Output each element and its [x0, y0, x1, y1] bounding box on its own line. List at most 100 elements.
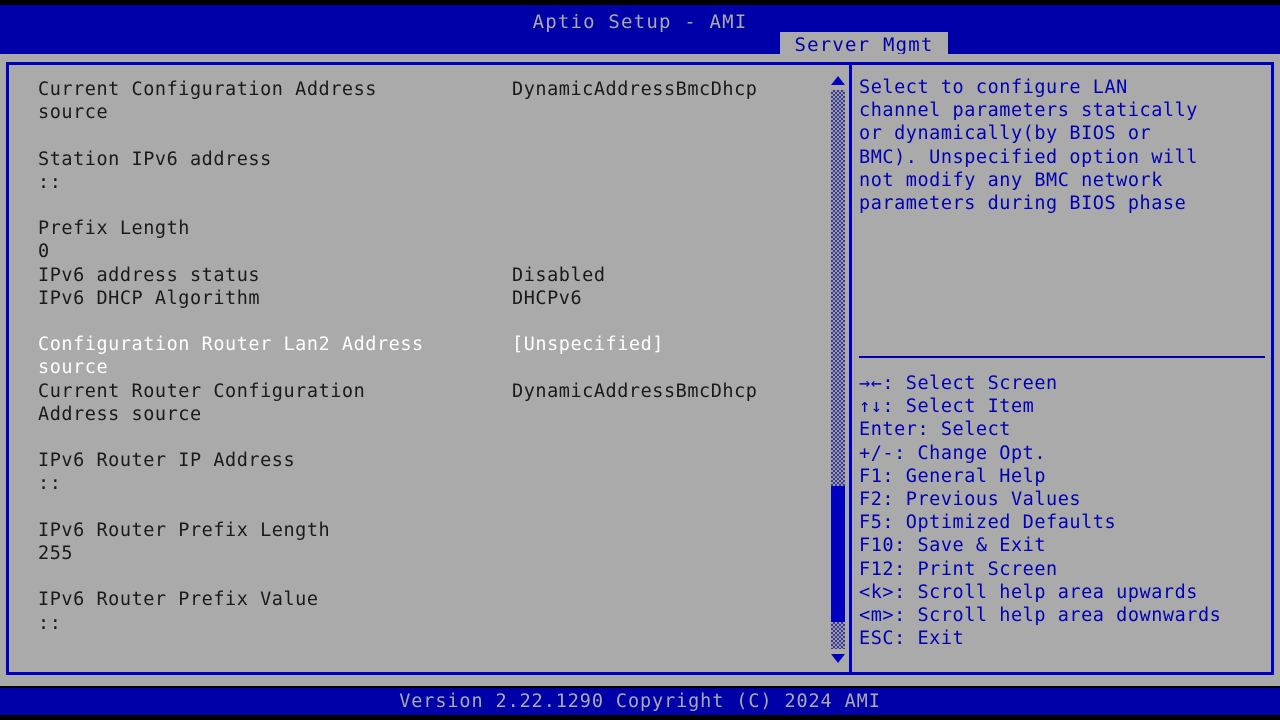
- settings-row-label: Current Router Configuration: [38, 380, 366, 402]
- help-key-action: : Print Screen: [894, 558, 1058, 580]
- help-key-hint: F12: Print Screen: [859, 559, 1271, 580]
- settings-row-label: Station IPv6 address: [38, 148, 272, 170]
- help-key-hint: Enter: Select: [859, 419, 1271, 440]
- help-key-glyph: <k>: [859, 581, 895, 603]
- help-key-hint: ESC: Exit: [859, 628, 1271, 649]
- help-key-glyph: F12: [859, 558, 895, 580]
- settings-row-value[interactable]: DynamicAddressBmcDhcp: [512, 79, 757, 100]
- settings-row-label: IPv6 Router Prefix Length: [38, 519, 331, 541]
- settings-row[interactable]: ::: [9, 172, 849, 195]
- settings-row[interactable]: Configuration Router Lan2 Address [Unspec…: [9, 334, 849, 357]
- title-bar: Aptio Setup - AMI Server Mgmt: [0, 5, 1280, 59]
- help-key-hint: F1: General Help: [859, 466, 1271, 487]
- settings-row-label: Prefix Length: [38, 218, 190, 240]
- help-key-action: : Scroll help area downwards: [894, 605, 1222, 626]
- settings-row[interactable]: 0: [9, 241, 849, 264]
- settings-row[interactable]: ::: [9, 613, 849, 636]
- settings-row[interactable]: [9, 195, 849, 218]
- settings-row-label: 0: [38, 241, 50, 263]
- settings-row[interactable]: IPv6 DHCP Algorithm DHCPv6: [9, 288, 849, 311]
- settings-row[interactable]: Current Router Configuration DynamicAddre…: [9, 381, 849, 404]
- help-key-action: : General Help: [882, 465, 1047, 487]
- help-key-glyph: F2: [859, 489, 883, 510]
- settings-list: Current Configuration Address DynamicAddr…: [9, 65, 849, 672]
- settings-row-value[interactable]: [Unspecified]: [512, 334, 664, 355]
- footer-bar: Version 2.22.1290 Copyright (C) 2024 AMI: [0, 688, 1280, 715]
- settings-scrollbar[interactable]: [828, 72, 848, 667]
- settings-row-label: 255: [38, 543, 74, 564]
- help-divider: [859, 356, 1265, 358]
- version-text: Version 2.22.1290 Copyright (C) 2024 AMI: [399, 691, 881, 712]
- help-key-action: : Previous Values: [882, 489, 1082, 510]
- help-description-line: channel parameters statically: [859, 100, 1198, 122]
- help-key-glyph: ESC: [859, 628, 895, 650]
- settings-row[interactable]: Prefix Length: [9, 218, 849, 241]
- help-key-action: : Exit: [894, 628, 965, 650]
- settings-row-value[interactable]: DynamicAddressBmcDhcp: [512, 381, 757, 402]
- page-title: Aptio Setup - AMI: [532, 11, 748, 33]
- help-key-hint: +/-: Change Opt.: [859, 443, 1271, 464]
- help-key-glyph: →←: [859, 373, 883, 394]
- help-key-glyph: F5: [859, 512, 883, 534]
- settings-row-label: ::: [38, 612, 62, 634]
- help-description-line: BMC). Unspecified option will: [859, 146, 1198, 168]
- help-key-glyph: ↑↓: [859, 396, 883, 418]
- settings-row-label: source: [38, 102, 109, 124]
- help-key-action: : Select: [917, 419, 1011, 441]
- settings-row-label: IPv6 Router IP Address: [38, 450, 296, 472]
- settings-row[interactable]: ::: [9, 473, 849, 496]
- settings-row[interactable]: IPv6 Router IP Address: [9, 450, 849, 473]
- settings-row-label: IPv6 DHCP Algorithm: [38, 287, 261, 309]
- settings-row[interactable]: IPv6 address status Disabled: [9, 265, 849, 288]
- help-key-action: : Optimized Defaults: [882, 512, 1117, 534]
- panel-vertical-divider: [849, 62, 852, 675]
- settings-row-label: Current Configuration Address: [38, 79, 377, 100]
- help-key-hint: F2: Previous Values: [859, 489, 1271, 510]
- settings-row-label: Configuration Router Lan2 Address: [38, 334, 424, 356]
- help-key-hint: F5: Optimized Defaults: [859, 512, 1271, 533]
- help-key-glyph: F10: [859, 535, 895, 557]
- scroll-down-arrow-icon[interactable]: [831, 654, 845, 663]
- settings-row[interactable]: Address source: [9, 404, 849, 427]
- settings-row[interactable]: Current Configuration Address DynamicAddr…: [9, 79, 849, 102]
- help-key-hint: ↑↓: Select Item: [859, 396, 1271, 417]
- help-key-action: : Change Opt.: [894, 442, 1047, 464]
- settings-row-value[interactable]: DHCPv6: [512, 288, 582, 309]
- settings-row[interactable]: source: [9, 102, 849, 125]
- settings-row[interactable]: source: [9, 357, 849, 380]
- help-key-glyph: F1: [859, 465, 883, 487]
- help-key-glyph: <m>: [859, 605, 895, 626]
- help-key-glyph: Enter: [859, 419, 918, 441]
- settings-row[interactable]: [9, 125, 849, 148]
- help-description-line: parameters during BIOS phase: [859, 193, 1187, 214]
- help-key-hint: →←: Select Screen: [859, 373, 1271, 394]
- help-key-hint: <m>: Scroll help area downwards: [859, 605, 1271, 626]
- settings-row[interactable]: IPv6 Router Prefix Value: [9, 589, 849, 612]
- scrollbar-thumb[interactable]: [831, 486, 845, 622]
- help-key-action: : Select Screen: [882, 373, 1058, 394]
- help-key-action: : Scroll help area upwards: [894, 581, 1198, 603]
- settings-row[interactable]: [9, 427, 849, 450]
- settings-row-label: ::: [38, 473, 62, 495]
- settings-row[interactable]: [9, 497, 849, 520]
- help-description-line: or dynamically(by BIOS or: [859, 123, 1152, 145]
- settings-row[interactable]: [9, 566, 849, 589]
- settings-row-label: IPv6 address status: [38, 264, 261, 286]
- settings-row[interactable]: IPv6 Router Prefix Length: [9, 520, 849, 543]
- bios-setup-screen: Aptio Setup - AMI Server Mgmt Current Co…: [0, 0, 1280, 720]
- help-pane: Select to configure LAN channel parameter…: [855, 65, 1271, 672]
- settings-row-label: IPv6 Router Prefix Value: [38, 589, 319, 611]
- help-key-action: : Select Item: [882, 396, 1035, 418]
- help-key-hint: F10: Save & Exit: [859, 535, 1271, 556]
- scroll-up-arrow-icon[interactable]: [831, 76, 845, 85]
- settings-row[interactable]: Station IPv6 address: [9, 149, 849, 172]
- settings-row-label: Address source: [38, 403, 202, 425]
- help-key-glyph: +/-: [859, 442, 895, 464]
- help-description-line: Select to configure LAN: [859, 77, 1128, 98]
- help-description-line: not modify any BMC network: [859, 169, 1163, 191]
- help-key-action: : Save & Exit: [894, 535, 1047, 557]
- settings-row-value[interactable]: Disabled: [512, 265, 606, 286]
- settings-row[interactable]: 255: [9, 543, 849, 566]
- settings-row-label: ::: [38, 171, 62, 193]
- settings-row[interactable]: [9, 311, 849, 334]
